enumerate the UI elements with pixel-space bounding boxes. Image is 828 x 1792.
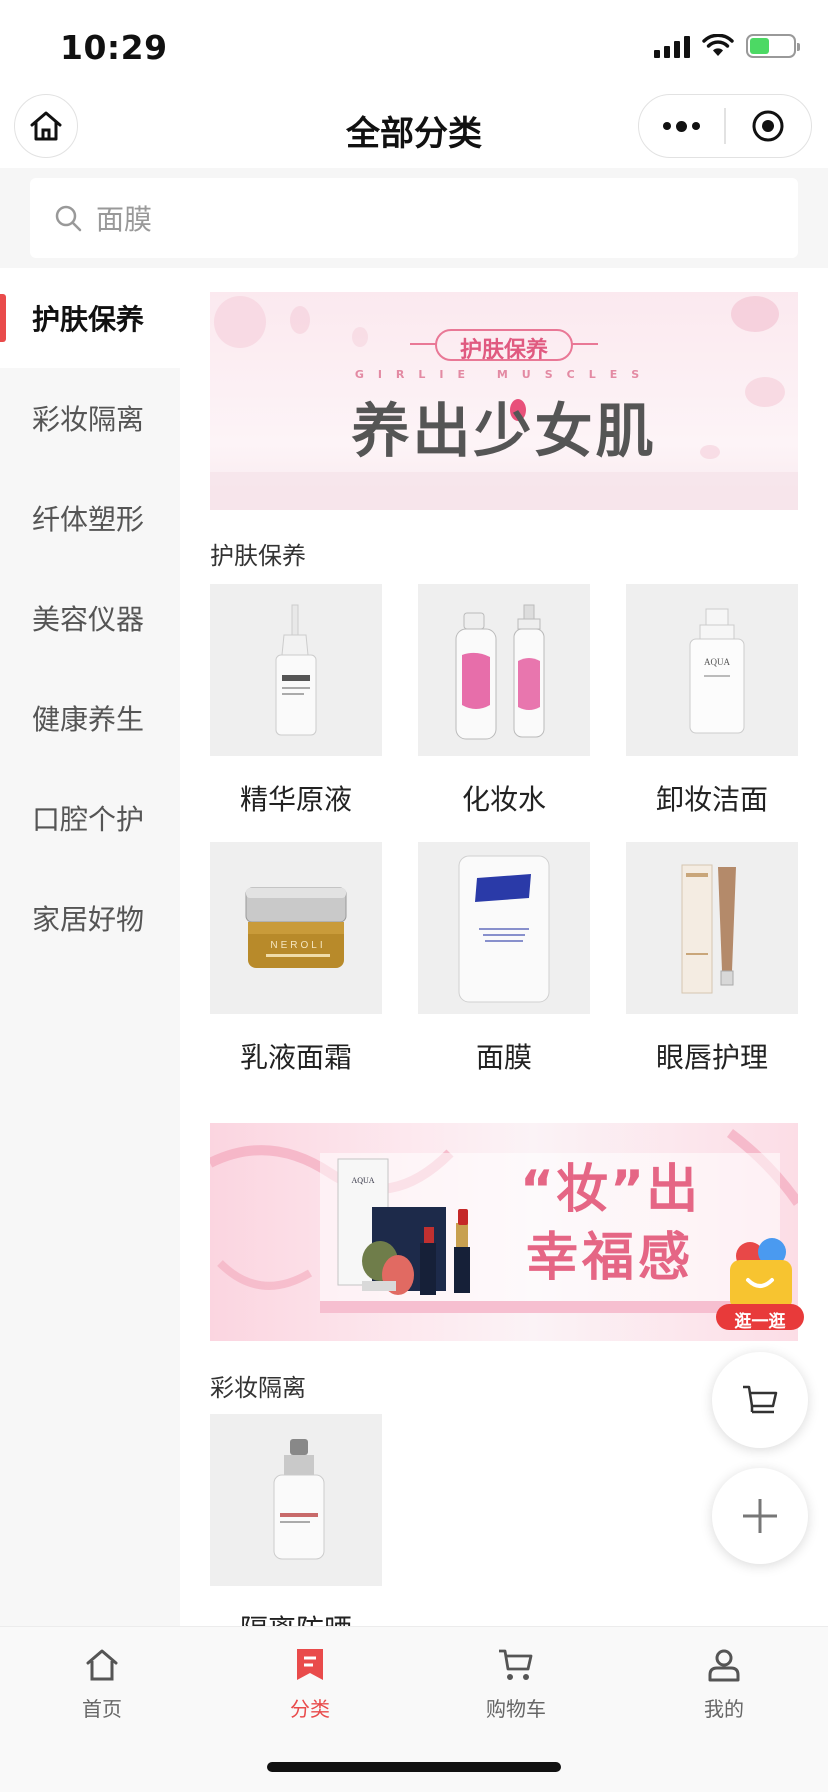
toner-image — [418, 584, 590, 756]
sidebar-item-beauty-devices[interactable]: 美容仪器 — [0, 568, 180, 668]
category-item-eye-lip[interactable]: 眼唇护理 — [626, 842, 798, 1076]
search-placeholder: 面膜 — [96, 203, 153, 236]
browse-promo-button[interactable]: 逛一逛 — [710, 1234, 810, 1334]
user-icon — [708, 1649, 740, 1682]
category-item-label: 化妆水 — [461, 783, 546, 816]
svg-text:AQUA: AQUA — [704, 657, 730, 667]
category-item-toner[interactable]: 化妆水 — [418, 584, 590, 818]
banner-line-1: “妆”出 — [519, 1160, 701, 1220]
cellular-signal-icon — [654, 34, 690, 58]
section-title-skincare: 护肤保养 — [210, 542, 306, 570]
svg-text:NEROLI: NEROLI — [270, 940, 325, 951]
search-area: 面膜 — [0, 168, 828, 268]
cream-jar-image: NEROLI — [210, 842, 382, 1014]
miniprogram-capsule — [638, 94, 812, 158]
more-button[interactable] — [639, 95, 724, 157]
category-item-label: 卸妆洁面 — [655, 783, 768, 816]
status-icons — [654, 34, 800, 58]
banner-tag: 护肤保养 — [459, 338, 548, 363]
search-icon — [55, 205, 82, 232]
status-bar: 10:29 — [0, 0, 828, 88]
banner-headline: 养出少女肌 — [351, 397, 657, 465]
mask-image — [418, 842, 590, 1014]
category-item-cleanser[interactable]: AQUA 卸妆洁面 — [626, 584, 798, 818]
sidebar-item-skincare[interactable]: 护肤保养 — [0, 268, 180, 368]
tab-label: 购物车 — [486, 1697, 546, 1721]
plus-icon — [743, 1499, 777, 1533]
wifi-icon — [702, 34, 734, 56]
section-title-makeup: 彩妆隔离 — [210, 1374, 306, 1402]
category-item-label: 乳液面霜 — [239, 1041, 352, 1074]
cleanser-image: AQUA — [626, 584, 798, 756]
tab-profile[interactable]: 我的 — [664, 1643, 784, 1722]
category-sidebar: 护肤保养 彩妆隔离 纤体塑形 美容仪器 健康养生 口腔个护 家居好物 — [0, 268, 180, 1626]
sidebar-item-makeup[interactable]: 彩妆隔离 — [0, 368, 180, 468]
tab-category[interactable]: 分类 — [250, 1643, 370, 1722]
category-item-serum[interactable]: 精华原液 — [210, 584, 382, 818]
sidebar-item-health[interactable]: 健康养生 — [0, 668, 180, 768]
sidebar-item-oral-care[interactable]: 口腔个护 — [0, 768, 180, 868]
floating-cart-button[interactable] — [712, 1352, 808, 1448]
target-icon — [752, 110, 784, 142]
category-item-mask[interactable]: 面膜 — [418, 842, 590, 1076]
category-item-label: 面膜 — [475, 1041, 532, 1074]
tab-label: 分类 — [290, 1697, 330, 1721]
category-item-label: 眼唇护理 — [655, 1041, 768, 1074]
eye-cream-image — [626, 842, 798, 1014]
nav-bar: 全部分类 — [0, 88, 828, 168]
home-indicator — [267, 1762, 561, 1772]
cart-icon — [743, 1385, 778, 1414]
tab-label: 首页 — [82, 1697, 122, 1721]
floating-add-button[interactable] — [712, 1468, 808, 1564]
serum-image — [210, 584, 382, 756]
search-input[interactable]: 面膜 — [30, 178, 798, 258]
category-item-sunscreen[interactable]: 隔离防晒 — [210, 1414, 382, 1626]
category-item-lotion[interactable]: NEROLI 乳液面霜 — [210, 842, 382, 1076]
sidebar-item-home-goods[interactable]: 家居好物 — [0, 868, 180, 968]
cart-icon — [499, 1649, 533, 1680]
status-time: 10:29 — [60, 28, 168, 67]
banner-subtitle: GIRLIE MUSCLES — [354, 368, 654, 381]
sidebar-item-body-shaping[interactable]: 纤体塑形 — [0, 468, 180, 568]
tab-cart[interactable]: 购物车 — [456, 1643, 576, 1722]
tab-label: 我的 — [704, 1697, 744, 1721]
home-icon — [86, 1649, 118, 1681]
more-icon — [663, 120, 701, 132]
browse-promo-label: 逛一逛 — [734, 1312, 786, 1332]
category-item-label: 精华原液 — [239, 783, 352, 816]
svg-text:AQUA: AQUA — [351, 1176, 374, 1185]
category-item-label: 隔离防晒 — [210, 1608, 382, 1626]
skincare-banner[interactable]: 护肤保养 GIRLIE MUSCLES 养出少女肌 — [210, 292, 798, 510]
tab-home[interactable]: 首页 — [42, 1643, 162, 1722]
battery-icon — [746, 34, 800, 58]
sunscreen-image — [210, 1414, 382, 1586]
close-miniprogram-button[interactable] — [726, 95, 811, 157]
category-icon — [297, 1649, 323, 1680]
